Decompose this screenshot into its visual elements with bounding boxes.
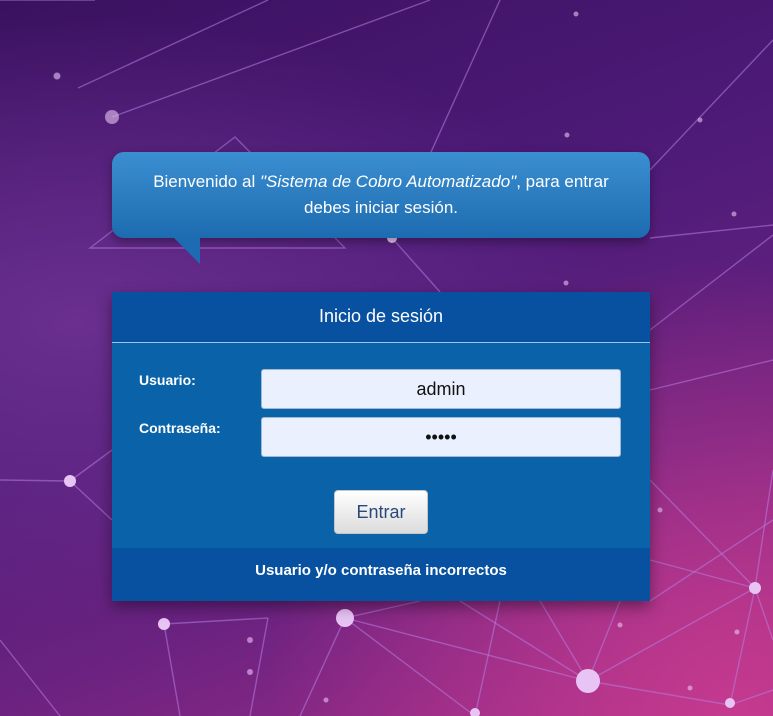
password-label: Contraseña: bbox=[139, 420, 221, 436]
password-input[interactable] bbox=[261, 417, 621, 457]
welcome-prefix: Bienvenido al bbox=[153, 172, 260, 191]
login-title: Inicio de sesión bbox=[112, 292, 650, 343]
system-name: "Sistema de Cobro Automatizado" bbox=[260, 172, 517, 191]
bubble-tail bbox=[174, 238, 200, 264]
welcome-message-bubble: Bienvenido al "Sistema de Cobro Automati… bbox=[112, 152, 650, 264]
error-message: Usuario y/o contraseña incorrectos bbox=[112, 548, 650, 601]
login-form: Inicio de sesión Usuario: Contraseña: En… bbox=[112, 292, 650, 601]
username-input[interactable] bbox=[261, 369, 621, 409]
enter-button[interactable]: Entrar bbox=[334, 490, 428, 534]
username-label: Usuario: bbox=[139, 372, 196, 388]
